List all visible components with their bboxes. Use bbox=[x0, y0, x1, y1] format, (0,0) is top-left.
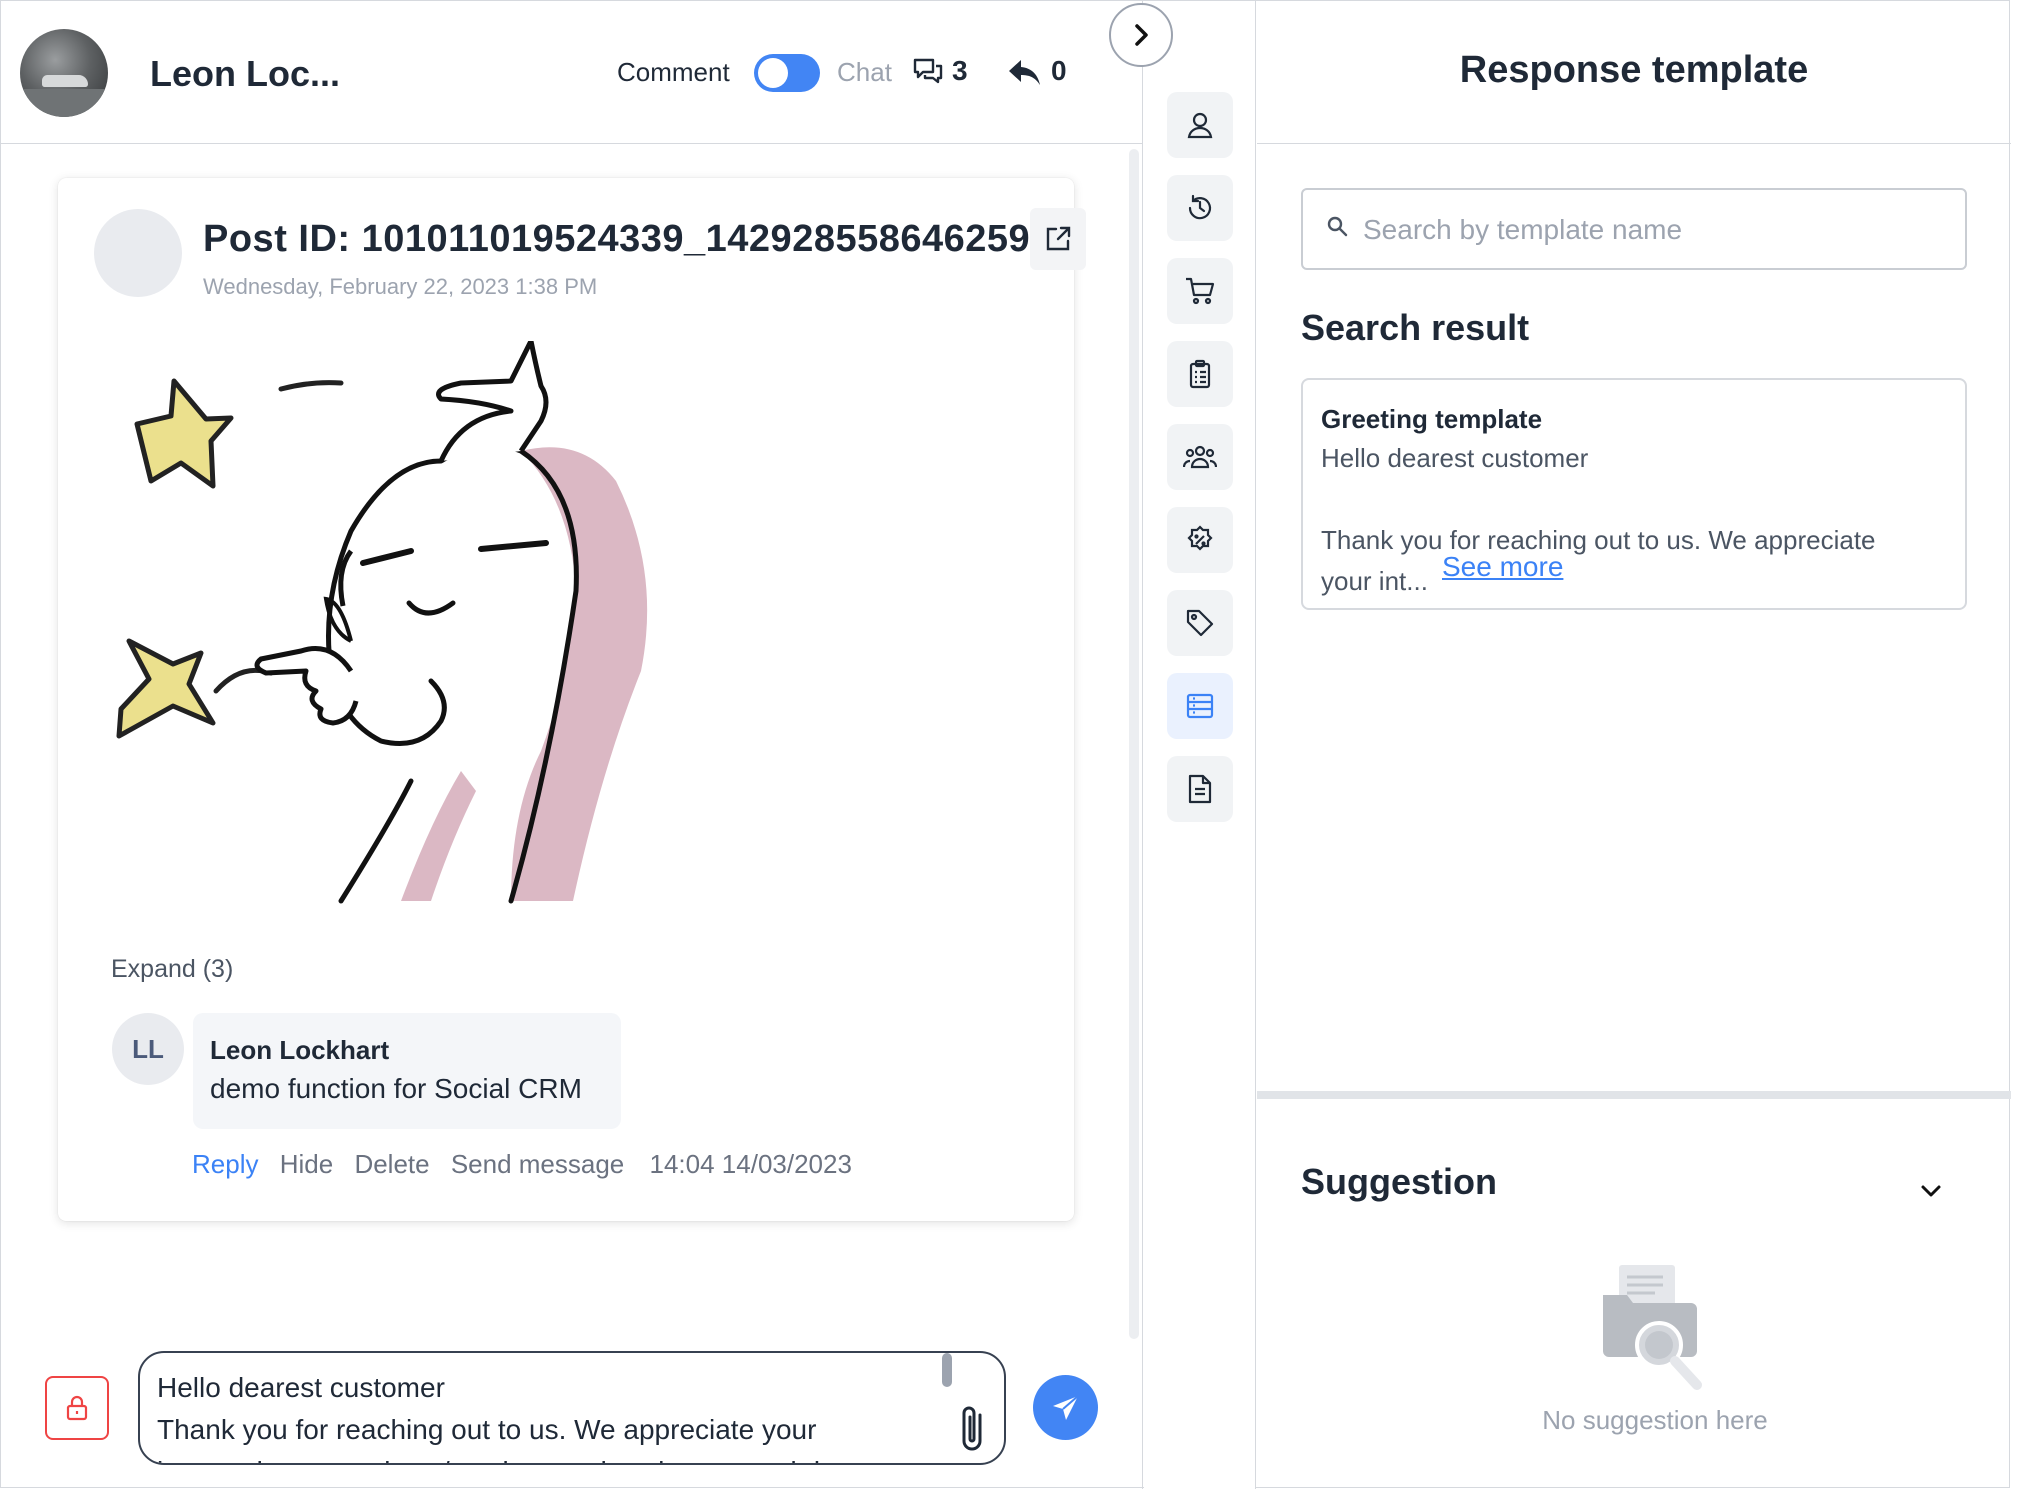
group-icon bbox=[1183, 445, 1217, 469]
rail-tag-button[interactable] bbox=[1167, 590, 1233, 656]
conversation-scrollbar[interactable] bbox=[1129, 149, 1139, 1339]
template-search-box bbox=[1301, 188, 1967, 270]
attachment-button[interactable] bbox=[956, 1401, 992, 1453]
badge-percent-icon bbox=[1187, 525, 1213, 551]
template-preview: Hello dearest customer Thank you for rea… bbox=[1321, 443, 1876, 596]
empty-search-illustration bbox=[1603, 1265, 1702, 1390]
comment-bubble: Leon Lockhart demo function for Social C… bbox=[193, 1013, 621, 1129]
post-id: Post ID: 101011019524339_142928558646259 bbox=[203, 218, 1031, 260]
user-icon bbox=[1187, 112, 1213, 139]
clipboard-icon bbox=[1189, 359, 1211, 389]
comment-timestamp: 14:04 14/03/2023 bbox=[649, 1149, 852, 1179]
chevron-down-icon bbox=[1921, 1185, 1941, 1197]
send-button[interactable] bbox=[1033, 1375, 1098, 1440]
suggestion-title: Suggestion bbox=[1301, 1161, 1497, 1202]
template-result-card[interactable]: Greeting template Hello dearest customer… bbox=[1301, 378, 1967, 610]
collapse-panel-button[interactable] bbox=[1109, 3, 1173, 67]
open-external-button[interactable] bbox=[1030, 208, 1086, 270]
rail-user-button[interactable] bbox=[1167, 92, 1233, 158]
send-icon bbox=[1052, 1394, 1079, 1420]
comments-count: 3 bbox=[952, 55, 968, 86]
commenter-avatar: LL bbox=[112, 1013, 184, 1085]
contact-name[interactable]: Leon Loc... bbox=[150, 53, 340, 95]
mode-comment-label: Comment bbox=[617, 57, 730, 87]
page-avatar bbox=[94, 209, 182, 297]
document-icon bbox=[1188, 774, 1212, 804]
tag-icon bbox=[1186, 609, 1214, 637]
conversation-panel: Leon Loc... Comment Chat 3 0 Post ID: 10… bbox=[1, 1, 1143, 1489]
template-name: Greeting template bbox=[1321, 404, 1543, 434]
paperclip-icon bbox=[962, 1406, 982, 1451]
template-icon bbox=[1186, 693, 1214, 719]
see-more-link[interactable]: See more bbox=[1442, 551, 1563, 583]
app-root: Leon Loc... Comment Chat 3 0 Post ID: 10… bbox=[0, 0, 2020, 1490]
reply-textarea[interactable]: Hello dearest customer Thank you for rea… bbox=[138, 1351, 1006, 1465]
mode-chat-label: Chat bbox=[837, 57, 892, 87]
post-image-sticker bbox=[116, 341, 648, 904]
rail-history-button[interactable] bbox=[1167, 175, 1233, 241]
response-template-header: Response template bbox=[1257, 1, 2011, 144]
post-date: Wednesday, February 22, 2023 1:38 PM bbox=[203, 274, 598, 299]
expand-comments-link[interactable]: Expand (3) bbox=[111, 955, 233, 984]
delete-link[interactable]: Delete bbox=[354, 1149, 429, 1179]
reply-arrow-icon bbox=[1007, 57, 1043, 89]
tool-rail bbox=[1144, 1, 1256, 1489]
comments-icon bbox=[911, 55, 945, 89]
section-divider bbox=[1257, 1091, 2011, 1099]
rail-cart-button[interactable] bbox=[1167, 258, 1233, 324]
reply-link[interactable]: Reply bbox=[192, 1149, 258, 1179]
rail-clipboard-button[interactable] bbox=[1167, 341, 1233, 407]
suggestion-toggle[interactable] bbox=[1917, 1177, 1945, 1205]
comment-text: demo function for Social CRM bbox=[210, 1073, 582, 1104]
hide-link[interactable]: Hide bbox=[280, 1149, 333, 1179]
rail-discount-button[interactable] bbox=[1167, 507, 1233, 573]
reply-text: Hello dearest customer Thank you for rea… bbox=[157, 1372, 871, 1463]
rail-template-button[interactable] bbox=[1167, 673, 1233, 739]
mode-toggle[interactable] bbox=[754, 54, 820, 92]
app-frame: Leon Loc... Comment Chat 3 0 Post ID: 10… bbox=[0, 0, 2011, 1489]
response-template-panel: Response template Search result Greeting… bbox=[1257, 1, 2011, 1489]
replies-count: 0 bbox=[1051, 55, 1067, 86]
cart-icon bbox=[1186, 277, 1215, 305]
private-reply-lock-button[interactable] bbox=[45, 1376, 109, 1440]
response-template-title: Response template bbox=[1459, 49, 1809, 91]
comment-author: Leon Lockhart bbox=[210, 1035, 390, 1065]
conversation-header: Leon Loc... Comment Chat 3 0 bbox=[1, 1, 1143, 144]
comment-actions: Reply Hide Delete Send message 14:04 14/… bbox=[192, 1149, 866, 1180]
no-suggestion-text: No suggestion here bbox=[1542, 1405, 1768, 1435]
lock-icon bbox=[66, 1395, 88, 1421]
search-icon bbox=[1327, 216, 1348, 237]
chevron-right-icon bbox=[1135, 24, 1148, 46]
search-result-title: Search result bbox=[1301, 307, 1530, 348]
template-search-input[interactable] bbox=[1363, 208, 1953, 252]
open-external-icon bbox=[1046, 226, 1071, 251]
send-message-link[interactable]: Send message bbox=[451, 1149, 624, 1179]
reply-textarea-scrollbar[interactable] bbox=[942, 1353, 952, 1387]
toggle-knob bbox=[758, 58, 788, 88]
rail-group-button[interactable] bbox=[1167, 424, 1233, 490]
rail-document-button[interactable] bbox=[1167, 756, 1233, 822]
contact-avatar[interactable] bbox=[20, 29, 108, 117]
history-icon bbox=[1188, 194, 1212, 220]
